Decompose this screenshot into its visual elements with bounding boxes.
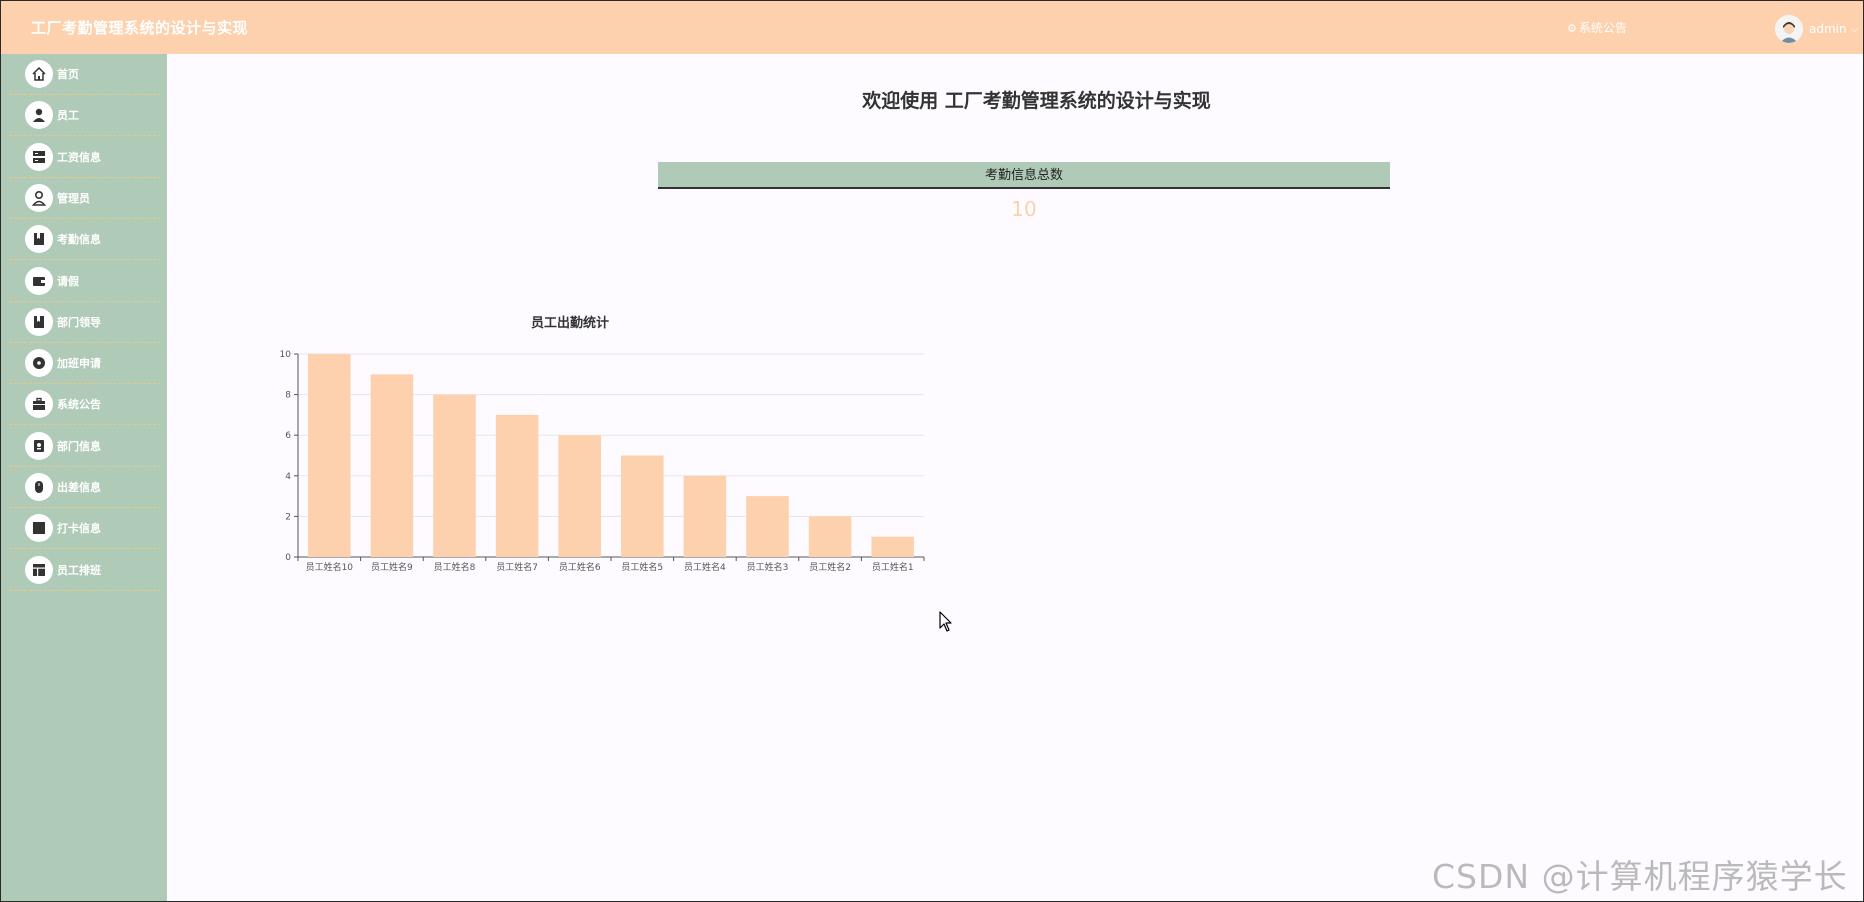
chart-bar — [558, 435, 601, 557]
sidebar-item-6[interactable]: 请假 — [9, 261, 161, 302]
sidebar-item-9[interactable]: 系统公告 — [9, 384, 161, 426]
sidebar-item-8[interactable]: 加班申请 — [9, 343, 161, 385]
sidebar-item-12[interactable]: 打卡信息 — [9, 508, 161, 550]
chart-bar — [308, 354, 351, 557]
attendance-bar-chart: 0 2 4 6 8 10 员工姓名10 员工姓名9 员工姓名8 员工姓名7 员工姓名6 员工姓名5 员工… — [280, 350, 925, 573]
sidebar-item-label: 员工 — [57, 109, 79, 123]
sidebar-item-11[interactable]: 出差信息 — [9, 467, 161, 508]
app-title: 工厂考勤管理系统的设计与实现 — [31, 19, 249, 37]
y-tick-label: 10 — [280, 350, 292, 360]
sidebar-item-2[interactable]: 员工 — [9, 95, 161, 137]
y-tick-label: 4 — [285, 472, 291, 482]
x-tick-label: 员工姓名7 — [496, 561, 538, 573]
y-tick-label: 6 — [285, 431, 291, 441]
watermark: CSDN @计算机程序猿学长 — [1432, 857, 1848, 896]
sidebar-item-label: 打卡信息 — [57, 522, 101, 536]
bookmark-icon — [25, 225, 53, 254]
chart-bar — [683, 475, 727, 557]
chart-bar — [871, 536, 914, 557]
x-tick-label: 员工姓名1 — [872, 561, 914, 573]
wallet-icon — [25, 266, 53, 295]
sidebar-item-5[interactable]: 考勤信息 — [9, 219, 161, 261]
disc-icon — [25, 349, 53, 378]
sidebar-item-label: 首页 — [57, 68, 79, 81]
sidebar-item-1[interactable]: 首页 — [9, 54, 161, 95]
server-icon — [25, 142, 53, 171]
sidebar-item-label: 员工排班 — [57, 563, 101, 577]
x-tick-label: 员工姓名9 — [371, 561, 413, 573]
sidebar-item-label: 管理员 — [57, 191, 90, 205]
x-tick-label: 员工姓名2 — [809, 561, 851, 573]
x-tick-label: 员工姓名4 — [684, 561, 726, 573]
x-tick-label: 员工姓名8 — [434, 561, 476, 573]
chart-bar — [808, 516, 852, 557]
sidebar-item-7[interactable]: 部门领导 — [9, 302, 161, 343]
badge-icon — [25, 431, 53, 460]
chart-bar — [495, 414, 539, 557]
admin-icon — [25, 183, 53, 212]
y-tick-label: 8 — [285, 391, 291, 401]
notice-link-label: 系统公告 — [1578, 21, 1627, 35]
y-tick-label: 2 — [285, 512, 291, 522]
sidebar-item-13[interactable]: 员工排班 — [9, 550, 161, 591]
chart-bar — [433, 394, 476, 557]
top-bar: 工厂考勤管理系统的设计与实现 ⚙ 系统公告 admin ⌵ — [0, 0, 1864, 54]
sidebar-item-label: 工资信息 — [57, 150, 101, 164]
sidebar-item-label: 加班申请 — [57, 357, 101, 371]
sidebar-item-label: 部门信息 — [57, 439, 101, 453]
sidebar-item-4[interactable]: 管理员 — [9, 178, 161, 219]
chart-bar — [621, 455, 664, 557]
bookmark-icon — [25, 307, 53, 336]
main-content: 欢迎使用 工厂考勤管理系统的设计与实现 考勤信息总数 10 员工出勤统计 024… — [167, 54, 1864, 902]
sidebar-item-3[interactable]: 工资信息 — [9, 137, 161, 178]
sidebar-item-label: 考勤信息 — [57, 233, 101, 247]
sidebar-item-label: 系统公告 — [57, 398, 101, 412]
y-tick-label: 0 — [285, 553, 291, 563]
chart-bar — [746, 496, 789, 557]
chart-bar — [370, 374, 414, 557]
mouse-cursor-icon — [939, 611, 952, 632]
x-tick-label: 员工姓名5 — [621, 561, 663, 573]
home-icon — [25, 60, 53, 88]
mouse-icon — [25, 473, 53, 501]
x-tick-label: 员工姓名3 — [747, 561, 789, 573]
sidebar-item-label: 请假 — [57, 274, 79, 288]
notice-link[interactable]: ⚙ 系统公告 — [1567, 19, 1627, 36]
user-menu[interactable]: admin ⌵ — [1775, 14, 1858, 44]
chevron-down-icon: ⌵ — [1850, 23, 1859, 35]
user-icon — [25, 101, 53, 130]
settings-icon: ⚙ — [1567, 22, 1577, 35]
sidebar-item-label: 出差信息 — [57, 481, 101, 494]
sidebar: 首页员工工资信息管理员考勤信息请假部门领导加班申请系统公告部门信息出差信息打卡信… — [0, 54, 167, 902]
briefcase-icon — [25, 390, 53, 419]
avatar — [1775, 15, 1803, 43]
sidebar-item-label: 部门领导 — [57, 315, 101, 329]
layout-icon — [25, 555, 53, 584]
square-icon — [25, 514, 53, 543]
x-tick-label: 员工姓名6 — [559, 561, 601, 573]
username: admin — [1809, 22, 1847, 36]
x-tick-label: 员工姓名10 — [306, 561, 354, 573]
sidebar-item-10[interactable]: 部门信息 — [9, 426, 161, 467]
